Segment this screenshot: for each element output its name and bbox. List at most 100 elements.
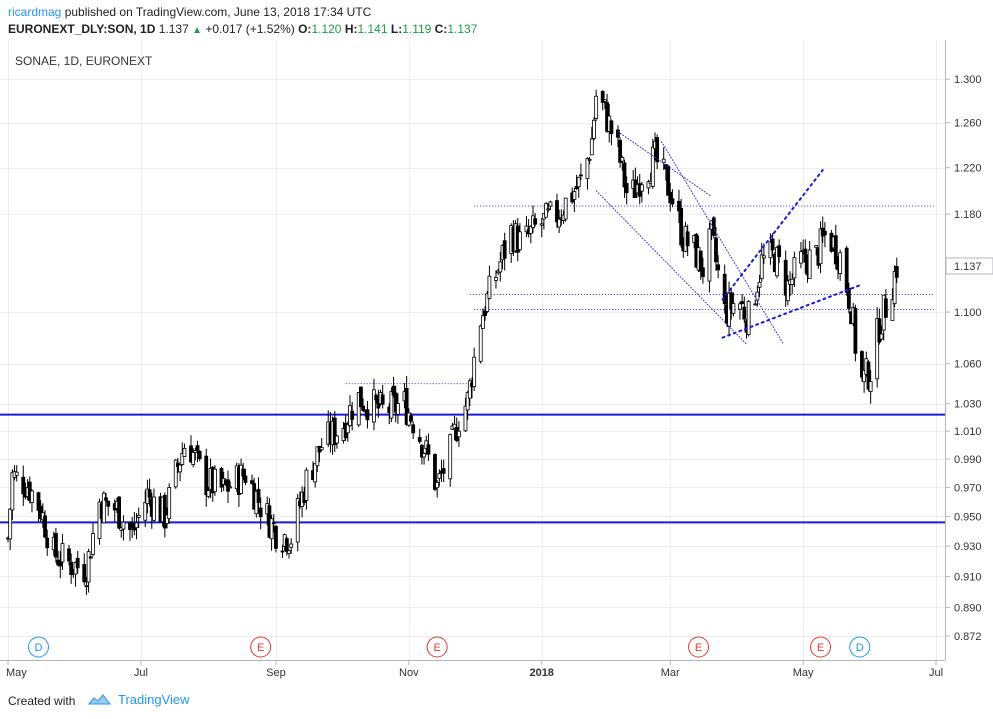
author-link[interactable]: ricardmag (8, 5, 61, 19)
candle-body (640, 184, 644, 192)
candle-body (792, 257, 797, 279)
candle-body (167, 487, 172, 520)
candle-body (757, 281, 762, 288)
event-marker-label: D (856, 642, 864, 654)
low-value: 1.119 (402, 22, 432, 36)
up-arrow-icon: ▲ (192, 25, 202, 36)
candle-body (195, 445, 200, 451)
candle-body (679, 207, 684, 246)
price-tick-label: 1.260 (954, 118, 982, 130)
candle-body (518, 231, 522, 251)
candle-body (250, 480, 254, 484)
candle-body (365, 409, 370, 421)
price-tick-label: 0.930 (954, 541, 982, 553)
candle-body (833, 235, 838, 265)
candle-body (91, 533, 95, 555)
candle-body (143, 501, 148, 521)
candle-body (494, 277, 498, 281)
candle-body (75, 557, 80, 569)
published-text: published on TradingView.com, June 13, 2… (64, 5, 372, 19)
candle-body (738, 303, 742, 310)
candle-body (152, 496, 156, 521)
candle-body (472, 356, 477, 388)
time-axis[interactable]: May Jul Sep Nov 2018 Mar May Jul (6, 660, 943, 679)
candle-body (790, 278, 795, 285)
candle-body (594, 95, 599, 119)
last-price: 1.137 (158, 22, 189, 36)
close-value: 1.137 (447, 22, 478, 36)
price-tick-label: 0.872 (954, 631, 982, 643)
candle-body (228, 486, 233, 489)
candle-body (894, 266, 899, 278)
symbol-name: EURONEXT_DLY:SON, 1D (8, 22, 156, 36)
candle-body (435, 482, 440, 489)
candle-body (762, 255, 766, 259)
candle-body (269, 518, 274, 540)
candle-body (274, 525, 278, 549)
price-tick-label: 0.990 (954, 454, 982, 466)
candle-body (43, 515, 47, 538)
candle-body (814, 245, 819, 248)
candle-body (753, 303, 758, 306)
publish-line: ricardmag published on TradingView.com, … (8, 4, 371, 20)
price-tick-label: 1.220 (954, 163, 982, 175)
event-marker-label: E (433, 642, 440, 654)
chart-legend-title: SONAE, 1D, EURONEXT (15, 54, 153, 68)
candle-body (557, 218, 562, 228)
candle-body (191, 451, 196, 465)
candle-body (685, 231, 690, 247)
candle-body (548, 201, 553, 207)
candle-body (350, 410, 355, 420)
candle-body (256, 488, 261, 503)
high-value: 1.141 (357, 22, 388, 36)
candle-body (807, 249, 812, 279)
symbol-line: EURONEXT_DLY:SON, 1D 1.137 ▲ +0.017 (+1.… (8, 21, 477, 39)
tradingview-logo-icon (88, 693, 112, 704)
candle-body (60, 543, 65, 563)
candle-body (417, 436, 422, 442)
candle-body (241, 468, 246, 477)
brand-name: TradingView (118, 692, 190, 707)
chart-grid (0, 40, 945, 660)
candle-body (478, 325, 483, 362)
candle-body (121, 521, 126, 530)
candle-body (287, 550, 291, 554)
close-label: C: (434, 22, 448, 36)
candle-body (546, 208, 551, 211)
candle-body (243, 475, 248, 483)
candle-body (106, 500, 111, 507)
event-marker-label: E (695, 642, 702, 654)
candle-body (88, 556, 93, 559)
candle-body (740, 301, 745, 304)
candle-body (67, 548, 71, 562)
candle-body (86, 551, 91, 583)
candle-body (10, 472, 15, 511)
candle-body (280, 550, 285, 553)
candle-body (258, 507, 263, 518)
candle-body (30, 490, 34, 503)
tradingview-brand-link[interactable]: TradingView (88, 692, 190, 707)
candle-body (853, 308, 858, 354)
candle-body (624, 183, 629, 194)
price-tick-label: 1.060 (954, 359, 982, 371)
candle-body (409, 415, 413, 422)
candle-body (226, 479, 230, 492)
price-change: +0.017 (+1.52%) (205, 22, 295, 36)
candle-body (178, 464, 182, 473)
candle-body (563, 197, 568, 220)
candle-body (579, 174, 583, 177)
candle-body (602, 99, 607, 102)
price-tick-label: 1.180 (954, 209, 982, 221)
time-tick-label: 2018 (529, 667, 553, 679)
candle-body (319, 447, 324, 451)
time-tick-label: May (6, 667, 27, 679)
candle-body (271, 522, 276, 525)
candle-body (838, 252, 843, 274)
candle-body (539, 223, 544, 226)
price-chart[interactable]: SONAE, 1D, EURONEXT D E E E E D 1.300 1.260 1.2… (0, 40, 993, 680)
price-tick-label: 1.030 (954, 399, 982, 411)
candle-body (777, 245, 782, 258)
price-axis[interactable]: 1.300 1.260 1.220 1.180 1.137 1.100 1.060 1.030… (945, 74, 993, 643)
candle-body (846, 287, 851, 309)
candle-body (731, 303, 736, 314)
